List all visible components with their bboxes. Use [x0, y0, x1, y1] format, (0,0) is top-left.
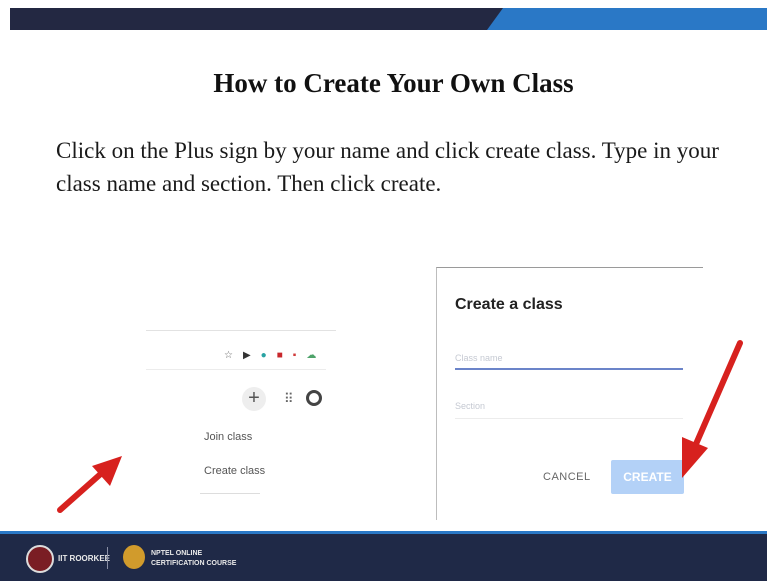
iit-roorkee-label: IIT ROORKEE [58, 554, 111, 563]
footer-separator [107, 547, 108, 569]
annotation-arrows [29, 340, 743, 564]
iit-roorkee-logo-icon [26, 545, 54, 573]
footer-bar: IIT ROORKEE NPTEL ONLINE CERTIFICATION C… [0, 531, 767, 581]
nptel-logo-icon [123, 545, 145, 569]
arrow-to-create-class-icon [57, 456, 122, 513]
nptel-label-line2: CERTIFICATION COURSE [151, 560, 237, 567]
footer-accent-line [0, 531, 767, 534]
arrow-to-create-button-icon [682, 340, 743, 478]
nptel-label-line1: NPTEL ONLINE [151, 550, 203, 557]
